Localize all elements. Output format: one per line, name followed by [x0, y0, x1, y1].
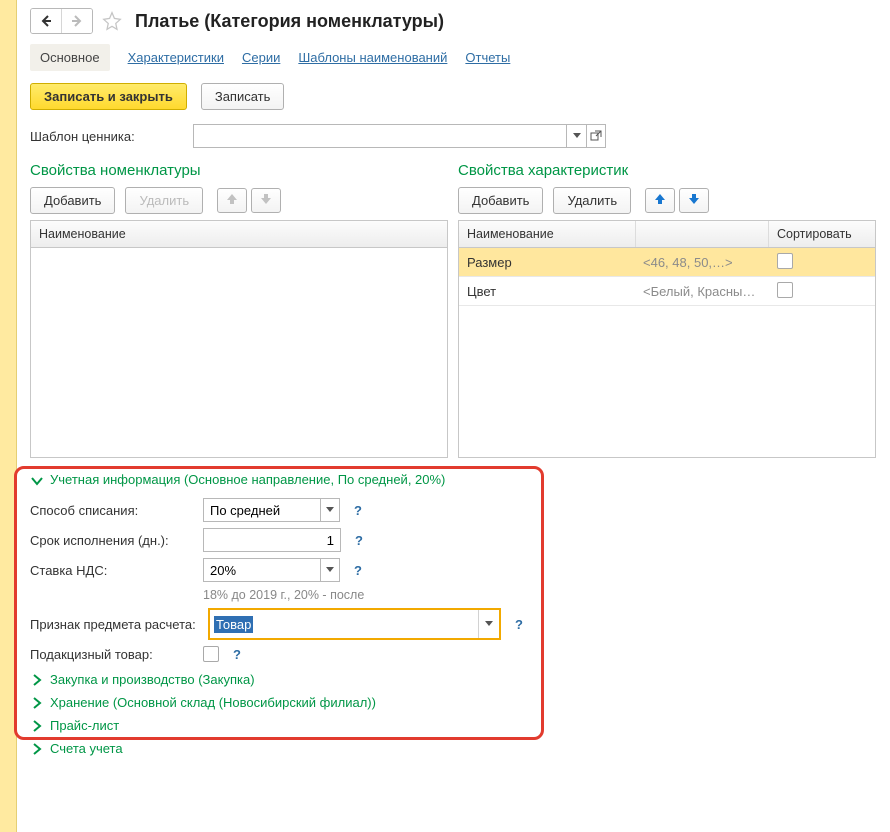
char-table: Наименование Сортировать Размер <46, 48,… [458, 220, 876, 458]
char-sort-checkbox[interactable] [777, 253, 793, 269]
group-purchase[interactable]: Закупка и производство (Закупка) [30, 668, 876, 691]
char-cell-values: <46, 48, 50,…> [635, 251, 769, 274]
arrow-down-icon [260, 193, 272, 205]
page-title: Платье (Категория номенклатуры) [135, 11, 444, 32]
price-tag-template-input[interactable] [193, 124, 566, 148]
subject-combo[interactable]: Товар [208, 608, 501, 640]
nomenclature-properties-title: Свойства номенклатуры [30, 162, 448, 179]
term-help[interactable]: ? [355, 533, 363, 548]
chevron-right-icon [30, 696, 44, 710]
vat-hint: 18% до 2019 г., 20% - после [203, 588, 876, 602]
vat-dropdown[interactable] [320, 558, 340, 582]
char-move-down-button[interactable] [679, 188, 709, 213]
accounting-group-title: Учетная информация (Основное направление… [50, 472, 445, 487]
char-move-up-button[interactable] [645, 188, 675, 213]
term-input[interactable] [203, 528, 341, 552]
writeoff-dropdown[interactable] [320, 498, 340, 522]
chevron-right-icon [30, 673, 44, 687]
vat-input[interactable] [203, 558, 320, 582]
price-tag-template-open-button[interactable] [586, 124, 606, 148]
price-tag-template-dropdown[interactable] [566, 124, 586, 148]
char-row[interactable]: Цвет <Белый, Красный , … [459, 277, 875, 306]
subject-help[interactable]: ? [515, 617, 523, 632]
group-price-label: Прайс-лист [50, 718, 119, 733]
group-storage-label: Хранение (Основной склад (Новосибирский … [50, 695, 376, 710]
tab-naming-templates[interactable]: Шаблоны наименований [298, 44, 447, 71]
group-accounts[interactable]: Счета учета [30, 737, 876, 760]
tabs: Основное Характеристики Серии Шаблоны на… [30, 44, 876, 71]
nom-delete-button[interactable]: Удалить [125, 187, 203, 214]
nom-th-name[interactable]: Наименование [31, 221, 447, 247]
arrow-right-icon [71, 15, 83, 27]
price-tag-template-row: Шаблон ценника: [30, 124, 876, 148]
char-th-values[interactable] [636, 221, 769, 247]
subject-dropdown[interactable] [478, 610, 499, 638]
vat-help[interactable]: ? [354, 563, 362, 578]
open-external-icon [590, 130, 602, 142]
arrow-left-icon [40, 15, 52, 27]
writeoff-help[interactable]: ? [354, 503, 362, 518]
left-gutter [0, 0, 17, 832]
group-purchase-label: Закупка и производство (Закупка) [50, 672, 255, 687]
chevron-down-icon [30, 474, 44, 488]
char-th-sort[interactable]: Сортировать [769, 221, 875, 247]
char-cell-values: <Белый, Красный , … [635, 280, 769, 303]
subject-label: Признак предмета расчета: [30, 617, 200, 632]
chevron-down-icon [573, 133, 581, 139]
nav-back-button[interactable] [31, 9, 61, 33]
price-tag-template-label: Шаблон ценника: [30, 129, 185, 144]
save-button[interactable]: Записать [201, 83, 285, 110]
tab-main[interactable]: Основное [30, 44, 110, 71]
tab-characteristics[interactable]: Характеристики [128, 44, 224, 71]
writeoff-input[interactable] [203, 498, 320, 522]
excise-checkbox[interactable] [203, 646, 219, 662]
nomenclature-properties-panel: Свойства номенклатуры Добавить Удалить [30, 162, 448, 458]
arrow-up-icon [226, 193, 238, 205]
char-delete-button[interactable]: Удалить [553, 187, 631, 214]
group-storage[interactable]: Хранение (Основной склад (Новосибирский … [30, 691, 876, 714]
favorite-star-icon[interactable] [101, 10, 123, 32]
vat-label: Ставка НДС: [30, 563, 195, 578]
tab-reports[interactable]: Отчеты [465, 44, 510, 71]
chevron-right-icon [30, 719, 44, 733]
nav-forward-button[interactable] [61, 9, 92, 33]
nom-add-button[interactable]: Добавить [30, 187, 115, 214]
arrow-up-icon [654, 193, 666, 205]
chevron-down-icon [326, 567, 334, 573]
excise-label: Подакцизный товар: [30, 647, 195, 662]
chevron-right-icon [30, 742, 44, 756]
accounting-group-header[interactable]: Учетная информация (Основное направление… [30, 472, 876, 488]
char-add-button[interactable]: Добавить [458, 187, 543, 214]
nav-buttons [30, 8, 93, 34]
chevron-down-icon [485, 621, 493, 627]
nom-move-up-button[interactable] [217, 188, 247, 213]
chevron-down-icon [326, 507, 334, 513]
tab-series[interactable]: Серии [242, 44, 280, 71]
characteristic-properties-panel: Свойства характеристик Добавить Удалить [458, 162, 876, 458]
char-cell-name: Цвет [459, 280, 635, 303]
writeoff-label: Способ списания: [30, 503, 195, 518]
title-bar: Платье (Категория номенклатуры) [30, 8, 876, 34]
char-cell-name: Размер [459, 251, 635, 274]
nom-move-down-button[interactable] [251, 188, 281, 213]
form-toolbar: Записать и закрыть Записать [30, 83, 876, 110]
arrow-down-icon [688, 193, 700, 205]
char-row[interactable]: Размер <46, 48, 50,…> [459, 248, 875, 277]
nom-table-body[interactable] [31, 248, 447, 457]
accounting-section: Учетная информация (Основное направление… [30, 472, 876, 760]
characteristic-properties-title: Свойства характеристик [458, 162, 876, 179]
subject-value: Товар [210, 610, 478, 638]
term-label: Срок исполнения (дн.): [30, 533, 195, 548]
excise-help[interactable]: ? [233, 647, 241, 662]
group-price[interactable]: Прайс-лист [30, 714, 876, 737]
char-th-name[interactable]: Наименование [459, 221, 636, 247]
save-and-close-button[interactable]: Записать и закрыть [30, 83, 187, 110]
group-accounts-label: Счета учета [50, 741, 123, 756]
nom-table: Наименование [30, 220, 448, 458]
char-sort-checkbox[interactable] [777, 282, 793, 298]
